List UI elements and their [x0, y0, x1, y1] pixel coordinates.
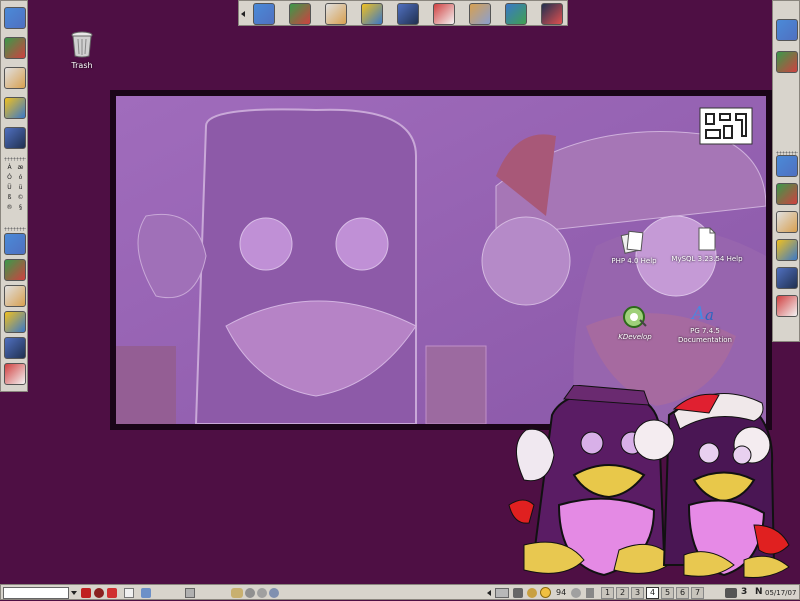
document-icon	[698, 227, 716, 251]
desktop-pager-button[interactable]: 1	[601, 587, 614, 599]
tray-icon-6[interactable]	[725, 588, 737, 598]
sleep-z-icon[interactable]	[776, 267, 798, 289]
compass-icon[interactable]	[325, 3, 347, 25]
command-dropdown-arrow[interactable]	[71, 591, 77, 595]
pencil-tool-icon[interactable]	[4, 7, 26, 29]
quicklaunch-icon-10[interactable]	[269, 588, 279, 598]
char-cell[interactable]: æ	[15, 163, 26, 173]
date-display[interactable]: 05/17/07	[765, 589, 796, 597]
char-cell[interactable]: ó	[15, 173, 26, 183]
gimp-icon[interactable]	[4, 259, 26, 281]
char-cell[interactable]: ©	[15, 193, 26, 203]
svg-text:a: a	[705, 306, 714, 324]
tray-icon-4[interactable]	[571, 588, 581, 598]
chat-face-icon[interactable]	[776, 239, 798, 261]
quicklaunch-icon-8[interactable]	[245, 588, 255, 598]
green-cube-icon[interactable]	[4, 233, 26, 255]
document-stack-icon	[620, 230, 644, 254]
cubes-icon[interactable]	[361, 3, 383, 25]
right-panel	[772, 0, 800, 342]
quicklaunch-icon-9[interactable]	[257, 588, 267, 598]
monitor-magnifier-icon[interactable]	[4, 363, 26, 385]
desktop-pager-button[interactable]: 4	[646, 587, 659, 599]
trash-label: Trash	[71, 61, 93, 70]
world-icon[interactable]	[776, 155, 798, 177]
printer-icon[interactable]	[433, 3, 455, 25]
taskbar: 94 1234567 3 N 05/17/07	[0, 584, 800, 600]
quicklaunch-icon-4[interactable]	[124, 588, 134, 598]
char-cell[interactable]: ®	[4, 203, 15, 213]
desktop-pager-button[interactable]: 6	[676, 587, 689, 599]
globe-document-icon[interactable]	[505, 3, 527, 25]
char-cell[interactable]: ß	[4, 193, 15, 203]
open-book-icon[interactable]	[776, 19, 798, 41]
diamond-icon[interactable]	[4, 97, 26, 119]
stack-windows-icon[interactable]	[4, 127, 26, 149]
network-icon[interactable]	[253, 3, 275, 25]
spreadsheet-icon[interactable]	[289, 3, 311, 25]
kdevelop-desktop-icon[interactable]: KDevelop	[608, 304, 662, 342]
desktop-pager: 1234567	[601, 585, 711, 601]
kdevelop-icon	[623, 306, 647, 328]
left-separator-2	[4, 227, 26, 231]
kdevelop-label: KDevelop	[618, 333, 652, 341]
top-toolbar	[238, 0, 568, 26]
lang-indicator[interactable]: 3	[741, 587, 747, 597]
char-cell[interactable]: §	[15, 203, 26, 213]
trash-icon	[71, 31, 93, 58]
paint-brush-icon[interactable]	[4, 67, 26, 89]
left-separator	[4, 157, 26, 161]
desktop-pager-button[interactable]: 3	[631, 587, 644, 599]
kde-help-icon[interactable]	[776, 295, 798, 317]
character-palette[interactable]: ÀæÓ óÜ üß ©® §	[4, 163, 26, 225]
folder-home-icon[interactable]	[469, 3, 491, 25]
tray-icon-1[interactable]	[495, 588, 509, 598]
desktop-pager-button[interactable]: 7	[691, 587, 704, 599]
mysql-help-desktop-icon[interactable]: MySQL 3.23.54 Help	[670, 226, 744, 264]
command-input[interactable]	[3, 587, 69, 599]
char-cell[interactable]: ü	[15, 183, 26, 193]
globe-icon[interactable]	[776, 51, 798, 73]
char-cell[interactable]: Ó	[4, 173, 15, 183]
font-aa-icon: A a	[690, 303, 714, 324]
pg-docs-label: PG 7.4.5 Documentation	[678, 327, 732, 344]
quicklaunch-icon-6[interactable]	[185, 588, 195, 598]
book-icon[interactable]	[397, 3, 419, 25]
mysql-help-label: MySQL 3.23.54 Help	[671, 255, 743, 263]
char-cell[interactable]: À	[4, 163, 15, 173]
char-cell[interactable]: Ü	[4, 183, 15, 193]
mail-globe-icon[interactable]	[776, 183, 798, 205]
quicklaunch-icon-2[interactable]	[94, 588, 104, 598]
terminal-icon[interactable]	[541, 3, 563, 25]
quicklaunch-icon-1[interactable]	[81, 588, 91, 598]
quicklaunch-icon-5[interactable]	[141, 588, 151, 598]
quicklaunch-icon-7[interactable]	[231, 588, 243, 598]
quicklaunch-icon-3[interactable]	[107, 588, 117, 598]
drawing-app-icon[interactable]	[4, 285, 26, 307]
tray-icon-3[interactable]	[527, 588, 537, 598]
php-help-label: PHP 4.0 Help	[611, 257, 657, 265]
pencils-icon[interactable]	[4, 311, 26, 333]
penguin-mascots	[508, 385, 790, 578]
clock-letter[interactable]: N	[755, 587, 763, 597]
left-panel: ÀæÓ óÜ üß ©® §	[0, 0, 28, 392]
svg-text:A: A	[690, 303, 705, 324]
satellite-icon[interactable]	[776, 211, 798, 233]
desktop-pager-button[interactable]: 5	[661, 587, 674, 599]
tray-icon-5[interactable]	[586, 588, 594, 598]
penguins-wallpaper-art	[116, 96, 766, 424]
tray-icon-2[interactable]	[513, 588, 523, 598]
clipboard-pencil-icon[interactable]	[4, 37, 26, 59]
toolbar-scroll-left-arrow[interactable]	[241, 11, 245, 17]
cpu-label: 94	[556, 588, 567, 597]
trash-desktop-icon[interactable]: Trash	[64, 30, 100, 70]
tray-arrow-icon[interactable]	[487, 590, 491, 596]
php-help-desktop-icon[interactable]: PHP 4.0 Help	[604, 228, 664, 266]
desktop-pager-button[interactable]: 2	[616, 587, 629, 599]
pg-docs-desktop-icon[interactable]: A a PG 7.4.5 Documentation	[672, 300, 738, 345]
clock-icon[interactable]	[540, 587, 551, 598]
gear-icon[interactable]	[4, 337, 26, 359]
